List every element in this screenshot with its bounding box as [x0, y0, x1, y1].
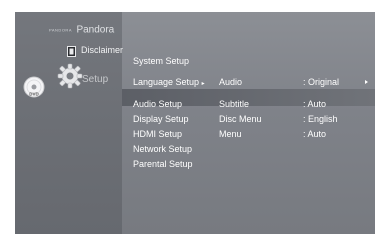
- svg-text:DVD: DVD: [29, 92, 39, 97]
- menu-item-hdmi-setup[interactable]: HDMI Setup: [133, 129, 182, 139]
- option-value: : Auto: [303, 129, 327, 139]
- menu-item-display-setup[interactable]: Display Setup: [133, 114, 189, 124]
- setup-menu-frame: PANDORA Pandora Disclaimer DVD Setup Sys…: [15, 12, 375, 234]
- submenu-arrow-icon: ▸: [201, 81, 205, 87]
- brand-prefix: PANDORA: [49, 27, 72, 33]
- option-name: Audio: [219, 77, 243, 87]
- option-name: Disc Menu: [219, 114, 262, 124]
- option-name: Menu: [219, 129, 242, 139]
- menu-item-network-setup[interactable]: Network Setup: [133, 144, 192, 154]
- menu-item-audio-setup[interactable]: Audio Setup: [133, 99, 182, 109]
- brand-logo: PANDORA Pandora: [49, 21, 114, 39]
- menu-item-parental-setup[interactable]: Parental Setup: [133, 159, 193, 169]
- option-value: : Original: [303, 77, 340, 87]
- nav-item-disclaimer[interactable]: Disclaimer: [81, 45, 123, 55]
- option-value: : English: [303, 114, 338, 124]
- menu-item-system-setup[interactable]: System Setup: [133, 56, 189, 66]
- current-section-label: Setup: [82, 74, 109, 85]
- dvd-disc-icon: DVD: [23, 76, 45, 98]
- menu-item-language-setup[interactable]: Language Setup ▸: [133, 77, 205, 87]
- option-value: : Auto: [303, 99, 327, 109]
- document-icon: [67, 46, 76, 57]
- brand-name: Pandora: [76, 24, 115, 36]
- gear-icon: [57, 63, 83, 89]
- screen: PANDORA Pandora Disclaimer DVD Setup Sys…: [0, 0, 391, 246]
- option-name: Subtitle: [219, 99, 250, 109]
- submenu-arrow-icon: [365, 80, 368, 84]
- menu-item-label: Language Setup: [133, 77, 200, 87]
